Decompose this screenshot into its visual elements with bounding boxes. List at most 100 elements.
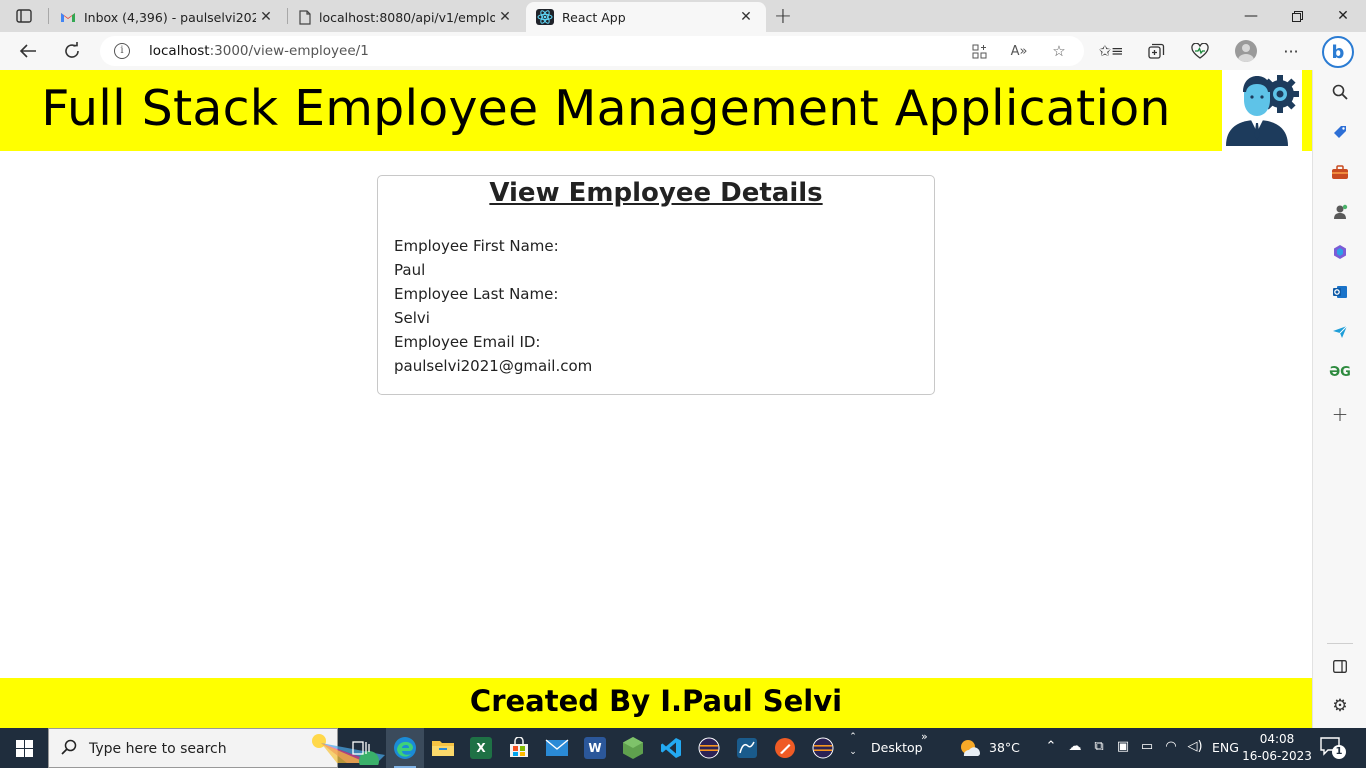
search-icon xyxy=(61,739,77,759)
taskbar-edge[interactable] xyxy=(386,728,424,768)
input-language[interactable]: ENG xyxy=(1212,740,1239,755)
taskbar-postman[interactable] xyxy=(766,728,804,768)
sidebar-divider xyxy=(1327,643,1353,644)
excel-icon: X xyxy=(470,737,492,759)
weather-temperature[interactable]: 38°C xyxy=(989,740,1020,755)
close-icon: ✕ xyxy=(1337,8,1349,24)
taskbar-excel[interactable]: X xyxy=(462,728,500,768)
browser-toolbar: i localhost:3000/view-employee/1 A» ☆ ✩≡… xyxy=(0,32,1366,70)
tab-separator xyxy=(48,8,49,24)
footer-credit: Created By I.Paul Selvi xyxy=(469,684,843,718)
sidebar-games-icon[interactable] xyxy=(1329,201,1351,223)
employee-details-card: View Employee Details Employee First Nam… xyxy=(377,175,935,395)
new-tab-button[interactable]: + xyxy=(770,4,796,29)
sidebar-microsoft365-icon[interactable] xyxy=(1329,241,1351,263)
page-viewport: Full Stack Employee Management Applicati… xyxy=(0,70,1312,728)
browser-essentials-icon[interactable] xyxy=(1189,41,1211,61)
windows-logo-icon xyxy=(15,739,33,757)
sidebar-outlook-icon[interactable] xyxy=(1329,281,1351,303)
notes-icon[interactable]: ▣ xyxy=(1114,739,1132,754)
favorite-star-icon[interactable]: ☆ xyxy=(1048,41,1070,61)
mail-icon xyxy=(545,739,569,756)
show-hidden-icons-icon[interactable]: ⌃ xyxy=(1042,739,1060,754)
store-icon xyxy=(510,737,528,757)
clock-date: 16-06-2023 xyxy=(1242,749,1312,763)
last-name-value: Selvi xyxy=(394,309,430,327)
url-text[interactable]: localhost:3000/view-employee/1 xyxy=(149,43,369,59)
close-tab-icon[interactable]: ✕ xyxy=(256,7,276,27)
app-footer: Created By I.Paul Selvi xyxy=(0,678,1312,728)
taskbar-scroll-icon[interactable]: ⌃ ⌄ xyxy=(844,730,862,760)
sidebar-shopping-icon[interactable] xyxy=(1329,121,1351,143)
settings-more-icon[interactable]: ··· xyxy=(1280,41,1302,61)
close-tab-icon[interactable]: ✕ xyxy=(736,7,756,27)
restore-icon xyxy=(1291,10,1303,22)
app-available-icon[interactable] xyxy=(968,41,990,61)
onedrive-cloud-icon[interactable]: ☁ xyxy=(1066,739,1084,754)
desktop-toolbar-label[interactable]: Desktop xyxy=(871,740,923,755)
postman-icon xyxy=(775,738,795,758)
notification-center-button[interactable]: 1 xyxy=(1320,736,1346,760)
tab-actions-button[interactable] xyxy=(8,4,40,28)
wifi-icon[interactable]: ◠ xyxy=(1162,739,1180,754)
task-view-button[interactable] xyxy=(342,728,380,768)
folder-icon xyxy=(432,741,454,756)
back-button[interactable] xyxy=(13,37,43,65)
app-header: Full Stack Employee Management Applicati… xyxy=(0,70,1312,151)
taskbar-store[interactable] xyxy=(500,728,538,768)
tab-separator xyxy=(287,8,288,24)
sidebar-drop-icon[interactable] xyxy=(1329,321,1351,343)
card-title: View Employee Details xyxy=(489,178,823,208)
employee-logo-icon xyxy=(1222,70,1302,151)
tab-gmail[interactable]: Inbox (4,396) - paulselvi2021@gmail.com … xyxy=(50,2,286,32)
back-arrow-icon xyxy=(19,44,36,58)
taskbar-vscode[interactable] xyxy=(652,728,690,768)
eclipse-icon xyxy=(812,737,834,759)
site-info-icon[interactable]: i xyxy=(114,43,130,59)
sidebar-search-icon[interactable] xyxy=(1329,81,1351,103)
restore-button[interactable] xyxy=(1274,0,1320,32)
refresh-button[interactable] xyxy=(57,37,87,65)
task-view-icon xyxy=(352,741,370,755)
taskbar-clock[interactable]: 04:08 16-06-2023 xyxy=(1242,731,1312,765)
battery-icon[interactable]: ▭ xyxy=(1138,739,1156,754)
taskbar-nodejs[interactable] xyxy=(614,728,652,768)
sidebar-geeksforgeeks-icon[interactable]: ƏG xyxy=(1329,361,1351,383)
tab-react-app[interactable]: React App ✕ xyxy=(526,2,766,32)
taskbar-eclipse-2[interactable] xyxy=(804,728,842,768)
start-button[interactable] xyxy=(0,728,48,768)
page-icon xyxy=(299,9,311,25)
vscode-icon xyxy=(661,738,681,758)
toolbar-expand-icon[interactable]: » xyxy=(921,730,928,743)
taskbar-file-explorer[interactable] xyxy=(424,728,462,768)
address-bar[interactable]: i localhost:3000/view-employee/1 A» ☆ xyxy=(100,36,1084,66)
taskbar-mail[interactable] xyxy=(538,728,576,768)
profile-avatar[interactable] xyxy=(1235,40,1257,62)
meet-now-icon[interactable]: ⧉ xyxy=(1090,739,1108,754)
taskbar-eclipse[interactable] xyxy=(690,728,728,768)
close-tab-icon[interactable]: ✕ xyxy=(495,7,515,27)
taskbar-word[interactable]: W xyxy=(576,728,614,768)
minimize-icon: — xyxy=(1244,8,1258,24)
refresh-icon xyxy=(65,42,79,58)
minimize-button[interactable]: — xyxy=(1228,0,1274,32)
eclipse-icon xyxy=(698,737,720,759)
browser-tab-strip: Inbox (4,396) - paulselvi2021@gmail.com … xyxy=(0,0,1366,32)
taskbar-mysql-workbench[interactable] xyxy=(728,728,766,768)
sidebar-add-icon[interactable]: + xyxy=(1329,402,1351,426)
collections-icon[interactable] xyxy=(1145,41,1167,61)
taskbar-search-box[interactable]: Type here to search xyxy=(48,728,385,768)
sidebar-tools-icon[interactable] xyxy=(1329,161,1351,183)
bing-copilot-button[interactable]: b xyxy=(1322,36,1354,68)
sidebar-settings-gear-icon[interactable]: ⚙ xyxy=(1329,695,1351,717)
favorites-icon[interactable]: ✩≡ xyxy=(1098,41,1123,61)
tab-api-employees[interactable]: localhost:8080/api/v1/employees ✕ xyxy=(289,2,525,32)
sidebar-hide-icon[interactable] xyxy=(1329,655,1351,677)
volume-icon[interactable]: ◁) xyxy=(1186,739,1204,754)
close-window-button[interactable]: ✕ xyxy=(1320,0,1366,32)
read-aloud-icon[interactable]: A» xyxy=(1008,41,1030,61)
edge-icon xyxy=(394,737,416,759)
react-icon xyxy=(536,9,554,25)
weather-icon[interactable] xyxy=(958,738,982,758)
notification-count-badge: 1 xyxy=(1332,745,1346,759)
